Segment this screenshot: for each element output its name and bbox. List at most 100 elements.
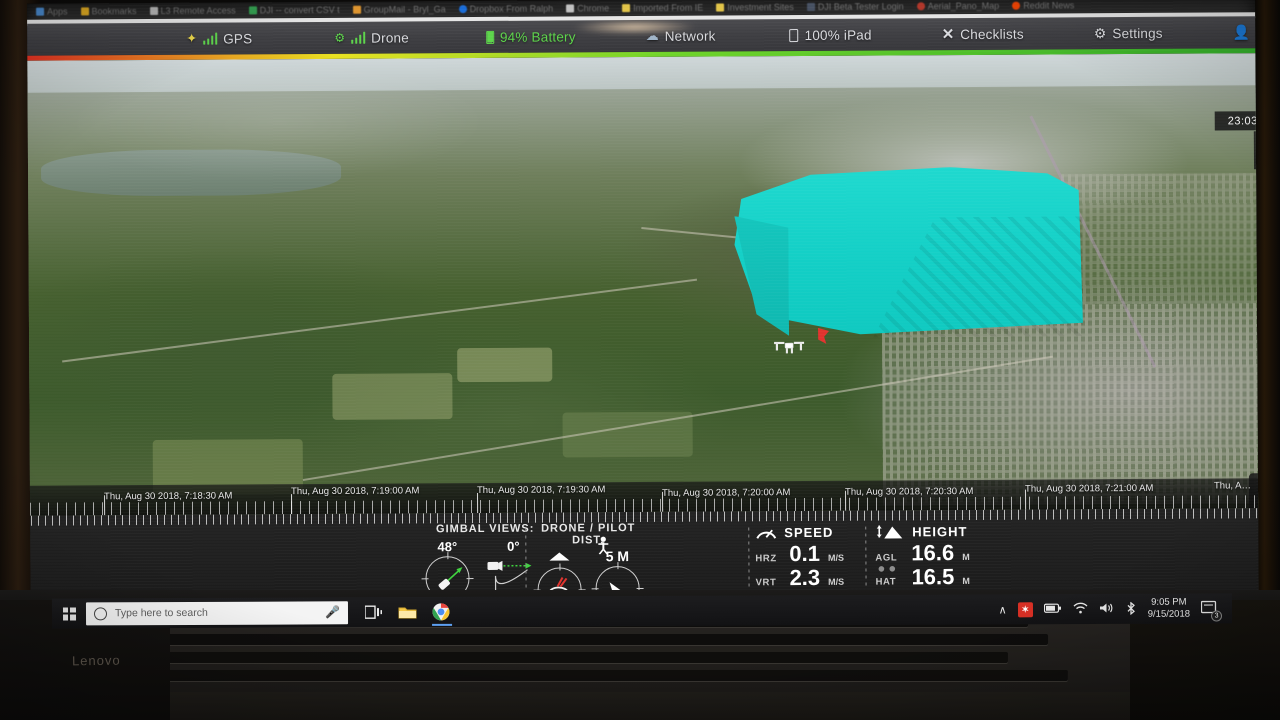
gps-signal-bars [203,32,218,45]
airspace-volume-polygon[interactable] [734,166,1083,338]
speed-panel: SPEED HRZ 0.1 M/S VRT 2.3 M/S [755,521,865,600]
bookmark-label: Imported From IE [633,2,704,14]
drone-icon[interactable] [773,338,805,354]
search-input[interactable]: Type here to search 🎤 [85,600,349,625]
bookmark-item[interactable]: DJI -- convert CSV t [248,5,340,16]
toolbar-item-gps[interactable]: ✦ GPS [182,30,256,46]
bookmark-item[interactable]: DJI Beta Tester Login [806,1,904,12]
bookmark-folder[interactable]: Investment Sites [716,2,794,12]
panel-divider [865,526,867,589]
windows-taskbar[interactable]: Type here to search 🎤 ∧ ✶ 9:05 PM 9/15/2… [51,593,1233,629]
field-parcel [457,347,553,383]
toolbar-item-settings[interactable]: ⚙ Settings [1090,24,1167,41]
speed-hrz-unit: M/S [827,552,845,563]
person-icon: 👤 [1232,23,1251,40]
toolbar-label-settings: Settings [1112,25,1163,41]
start-button[interactable] [52,606,86,621]
bookmark-item[interactable]: Reddit News [1012,0,1075,11]
tray-chevron-icon[interactable]: ∧ [999,603,1007,616]
panel-divider [748,527,750,590]
timeline-label: Thu, Aug 30 2018, 7:20:30 AM [844,485,974,498]
notification-count: 3 [1211,609,1223,622]
folder-icon [622,4,631,13]
speed-vrt-label: VRT [755,577,777,589]
bookmark-item[interactable]: Aerial_Pano_Map [916,0,1000,12]
toolbar-item-ipad[interactable]: 100% iPad [786,27,876,43]
drone-up-arrow-icon [549,552,570,561]
battery-icon[interactable] [1043,603,1062,616]
gear-icon: ⚙ [1093,24,1107,41]
taskbar-clock[interactable]: 9:05 PM 9/15/2018 [1148,597,1190,621]
water-body [40,148,342,197]
bookmark-label: GroupMail - Bryl_Ga [363,4,446,15]
bookmark-item[interactable]: Chrome [566,3,609,13]
bookmark-label: Apps [47,6,68,17]
toolbar-item-battery[interactable]: 94% Battery [482,29,580,45]
tablet-icon [789,28,799,42]
notifications-button[interactable]: 3 [1200,600,1223,622]
cortana-icon [93,606,108,620]
folder-icon [716,3,725,12]
height-mode-dots: ●● [877,560,900,576]
toolbar-label-checklists: Checklists [960,26,1024,42]
laptop-screen: Apps Bookmarks L3 Remote Access DJI -- c… [27,0,1259,604]
height-hat-value: 16.5 [911,564,955,590]
volume-icon[interactable] [1099,602,1114,616]
bookmark-favicon [916,2,925,11]
system-tray[interactable]: ∧ ✶ 9:05 PM 9/15/2018 3 [999,597,1232,622]
drone-signal-bars [351,31,366,44]
toolbar-item-network[interactable]: ☁ Network [642,28,720,44]
bookmark-favicon [806,2,815,11]
toolbar-item-account[interactable]: 👤 JD [1229,24,1259,41]
bookmark-label: Reddit News [1023,0,1075,11]
search-placeholder: Type here to search [114,606,208,620]
bookmark-favicon [248,6,257,15]
chrome-button[interactable] [424,597,458,627]
bookmark-label: Investment Sites [727,2,794,13]
map-3d-view[interactable]: 23:03 i [27,53,1259,516]
timeline-label: Thu, Aug 30 2018, 7:21:00 AM [1024,482,1154,495]
speed-vrt-value: 2.3 [789,564,821,591]
speed-row-hrz: HRZ 0.1 M/S [755,541,865,566]
bookmark-item[interactable]: Bookmarks [80,6,137,17]
bookmark-label: Bookmarks [91,6,137,17]
bookmark-favicon [458,5,467,14]
satellite-icon: ✦ [186,30,198,46]
folder-icon [397,607,417,619]
bluetooth-icon[interactable] [1125,600,1137,616]
bookmark-label: Aerial_Pano_Map [927,0,1000,12]
speed-vrt-unit: M/S [828,576,845,587]
task-view-button[interactable] [356,597,390,627]
toolbar-item-checklists[interactable]: ✕ Checklists [938,25,1028,44]
microphone-icon[interactable]: 🎤 [325,605,340,619]
file-explorer-button[interactable] [390,597,424,627]
timeline-label: Thu, Aug 30 2018, 7:19:00 AM [290,485,420,498]
flight-timer: 23:03 [1214,111,1259,131]
x-icon: ✕ [941,26,955,44]
task-view-icon [364,605,382,619]
height-agl-unit: M [962,552,970,563]
bookmark-item[interactable]: GroupMail - Bryl_Ga [352,4,446,15]
toolbar-label-drone: Drone [371,29,409,46]
satellite-imagery [27,53,1259,516]
bookmark-item[interactable]: Apps [36,7,68,17]
toolbar-label-ipad: 100% iPad [804,27,872,43]
windows-logo-icon [62,606,76,621]
toolbar-item-drone[interactable]: ⚙ Drone [330,30,413,46]
height-title: HEIGHT [912,523,968,539]
bookmark-item[interactable]: Dropbox From Ralph [458,4,553,15]
distance-title: DRONE / PILOT DIST: [541,522,636,547]
speed-row-vrt: VRT 2.3 M/S [755,564,865,591]
bookmark-folder[interactable]: Imported From IE [622,3,703,13]
height-header: HEIGHT [875,523,995,540]
bookmark-item[interactable]: L3 Remote Access [149,5,236,16]
timeline-label: Thu, A… [1213,480,1251,492]
speed-title: SPEED [784,524,834,540]
toolbar-label-gps: GPS [223,30,253,47]
shield-icon[interactable]: ✶ [1017,601,1033,617]
bookmark-favicon [566,4,575,13]
wifi-icon[interactable] [1073,602,1088,616]
cloud-icon: ☁ [645,27,659,43]
height-agl-value: 16.6 [911,540,955,566]
gimbal-title: GIMBAL VIEWS: [436,522,535,536]
